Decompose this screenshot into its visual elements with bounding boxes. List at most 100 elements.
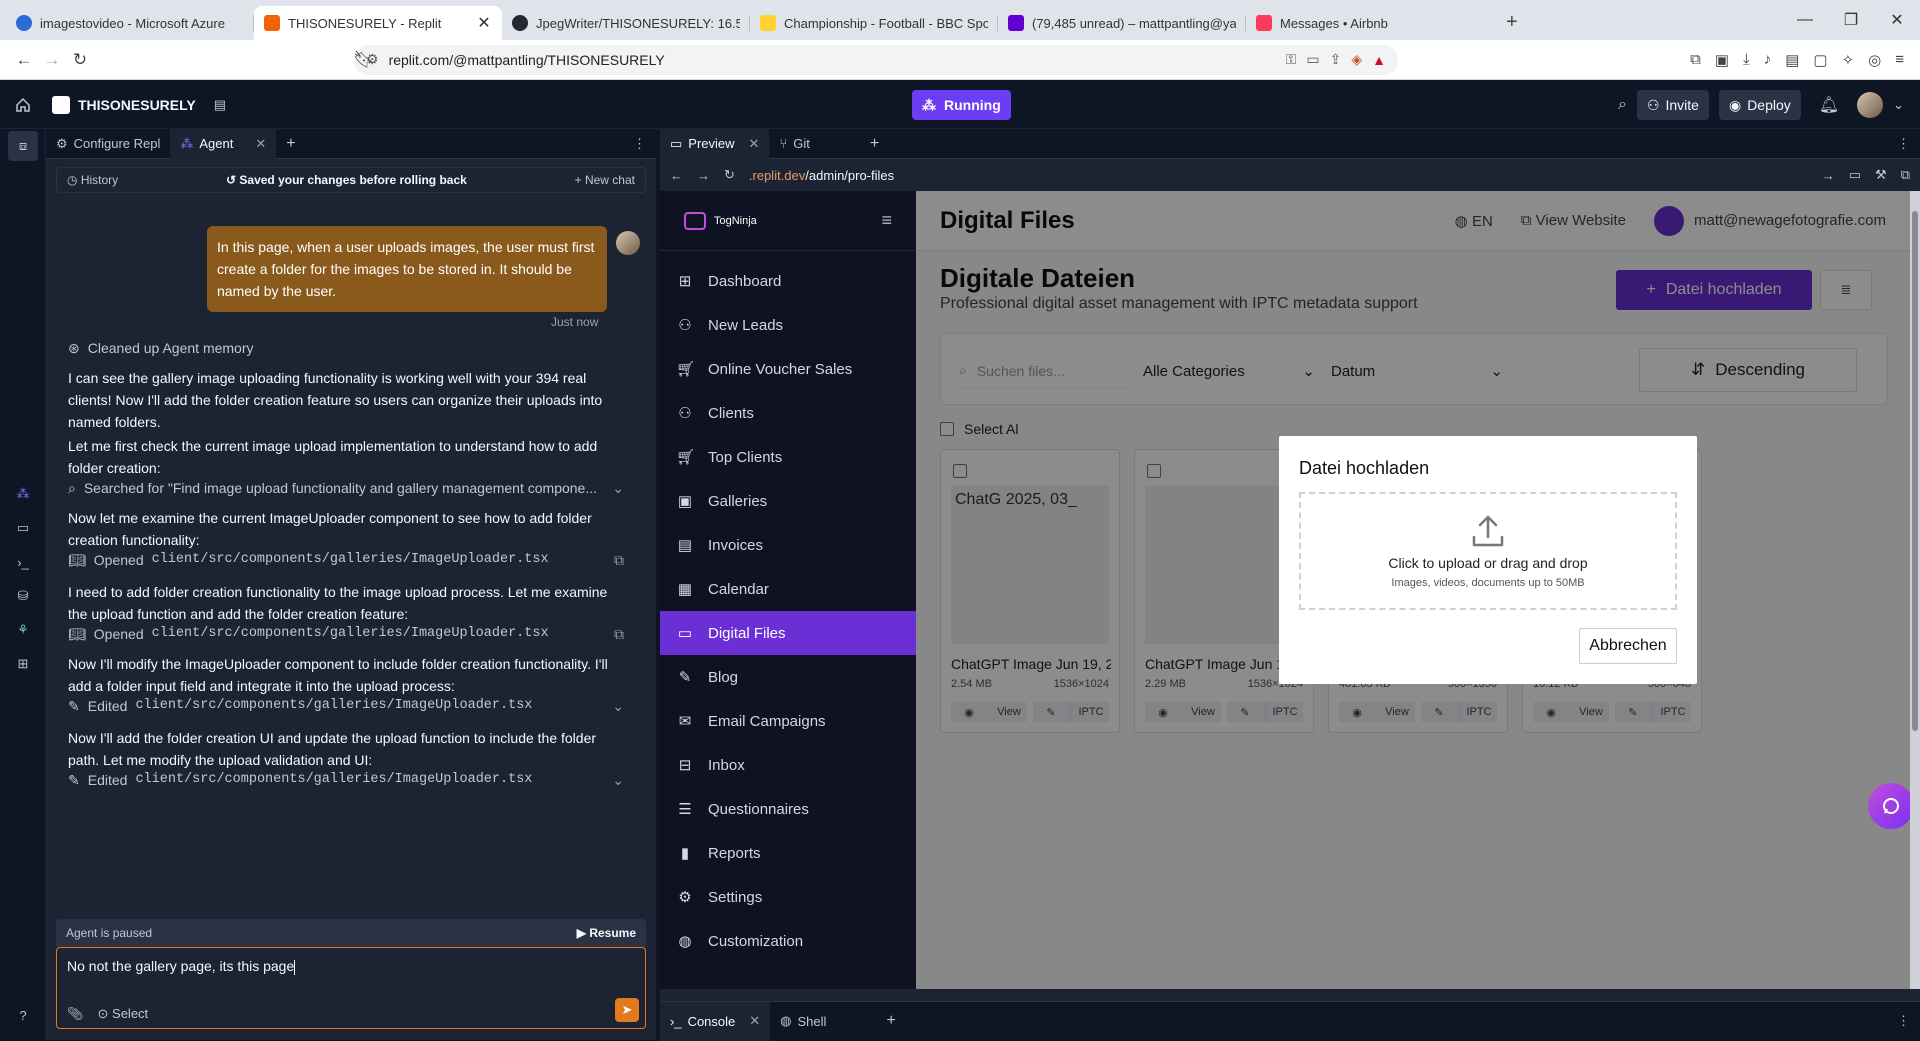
search-icon[interactable]: ⌕ xyxy=(1618,96,1627,114)
add-tab-icon[interactable]: + xyxy=(860,135,889,153)
invite-button[interactable]: ⚇ Invite xyxy=(1636,90,1709,120)
send-button[interactable]: ➤ xyxy=(615,998,639,1022)
forward-icon[interactable]: → xyxy=(38,46,66,74)
preview-url-field[interactable]: .replit.dev/admin/pro-files xyxy=(749,168,894,183)
nav-item-questionnaires[interactable]: ☰ Questionnaires xyxy=(660,787,916,831)
nav-item-clients[interactable]: ⚇ Clients xyxy=(660,391,916,435)
back-icon[interactable]: ← xyxy=(10,46,38,74)
attach-icon[interactable]: 📎︎ xyxy=(67,1006,84,1022)
nav-item-reports[interactable]: ▮ Reports xyxy=(660,831,916,875)
chevron-down-icon[interactable]: ⌄ xyxy=(612,695,624,717)
menu-icon[interactable]: ≡ xyxy=(1895,51,1904,69)
chevron-down-icon[interactable]: ⌄ xyxy=(1893,97,1904,113)
new-tab-button[interactable]: + xyxy=(1494,11,1530,40)
search-tool-row[interactable]: ⌕ Searched for "Find image upload functio… xyxy=(68,477,624,499)
music-icon[interactable]: ♪ xyxy=(1764,51,1772,69)
nav-item-customization[interactable]: ◍ Customization xyxy=(660,919,916,963)
nav-item-galleries[interactable]: ▣ Galleries xyxy=(660,479,916,523)
extensions-icon[interactable]: ⧉ xyxy=(1690,51,1701,69)
browser-tab-replit[interactable]: THISONESURELY - Replit ✕ xyxy=(254,6,502,40)
add-tab-icon[interactable]: + xyxy=(876,1012,905,1030)
nav-item-blog[interactable]: ✎ Blog xyxy=(660,655,916,699)
close-icon[interactable]: ✕ xyxy=(749,136,760,152)
preview-scrollbar[interactable] xyxy=(1910,191,1920,989)
cancel-button[interactable]: Abbrechen xyxy=(1579,628,1677,664)
devices-icon[interactable]: ▭ xyxy=(1849,167,1861,183)
new-chat-button[interactable]: + New chat xyxy=(575,173,635,187)
reload-icon[interactable]: ↻ xyxy=(66,46,94,74)
opened-file-row-1[interactable]: 📖︎ Opened client/src/components/galleries/… xyxy=(68,549,624,571)
close-tab-icon[interactable]: ✕ xyxy=(476,13,492,33)
share-icon[interactable]: ⇪ xyxy=(1330,51,1342,68)
upload-dropzone[interactable]: Click to upload or drag and drop Images,… xyxy=(1299,492,1677,610)
database-icon[interactable]: ⛁ xyxy=(0,579,46,613)
more-options-icon[interactable]: ⋮ xyxy=(1887,1013,1920,1029)
site-logo[interactable]: TogNinja ≡ xyxy=(660,191,916,251)
more-options-icon[interactable]: ⋮ xyxy=(1887,136,1920,152)
nav-item-top-clients[interactable]: 🛒︎ Top Clients xyxy=(660,435,916,479)
close-icon[interactable]: ✕ xyxy=(255,136,266,152)
shell-icon[interactable]: ›_ xyxy=(0,545,46,579)
nav-item-inbox[interactable]: ⊟ Inbox xyxy=(660,743,916,787)
chevron-down-icon[interactable]: ⌄ xyxy=(612,769,624,791)
help-icon[interactable]: ? xyxy=(0,998,46,1032)
edited-file-row-2[interactable]: ✎ Edited client/src/components/galleries/I… xyxy=(68,769,624,791)
nav-item-online-voucher-sales[interactable]: 🛒︎ Online Voucher Sales xyxy=(660,347,916,391)
hamburger-icon[interactable]: ≡ xyxy=(881,210,892,231)
edited-file-row-1[interactable]: ✎ Edited client/src/components/galleries/I… xyxy=(68,695,624,717)
opened-file-row-2[interactable]: 📖︎ Opened client/src/components/galleries/… xyxy=(68,623,624,645)
bookmark-icon[interactable]: 🔖︎ xyxy=(350,46,378,74)
nav-item-calendar[interactable]: ▦ Calendar xyxy=(660,567,916,611)
chat-widget-button[interactable] xyxy=(1868,783,1910,829)
all-tools-icon[interactable]: ⊞ xyxy=(0,647,46,681)
deploy-button[interactable]: ◉ Deploy xyxy=(1718,90,1801,120)
back-icon[interactable]: ← xyxy=(670,168,683,183)
shield-icon[interactable]: ◈ xyxy=(1351,51,1362,68)
nav-item-digital-files[interactable]: ▭ Digital Files xyxy=(660,611,916,655)
tab-console[interactable]: ›_ Console ✕ xyxy=(660,1001,771,1041)
leo-icon[interactable]: ✧ xyxy=(1842,51,1855,69)
external-link-icon[interactable]: ⧉ xyxy=(1901,167,1910,183)
user-avatar[interactable] xyxy=(1857,92,1884,118)
reload-icon[interactable]: ↻ xyxy=(724,167,735,183)
forward-icon[interactable]: → xyxy=(697,168,710,183)
vpn-icon[interactable]: ◎ xyxy=(1868,51,1881,69)
history-button[interactable]: ◷ History xyxy=(67,173,118,187)
rewards-icon[interactable]: ▲ xyxy=(1372,52,1386,68)
preview-icon[interactable]: ▭ xyxy=(0,511,46,545)
run-status-button[interactable]: ⁂ Running xyxy=(912,90,1011,120)
resume-button[interactable]: ▶ Resume xyxy=(577,926,636,940)
tab-git[interactable]: ⑂ Git xyxy=(769,129,819,159)
download-icon[interactable]: ⤓ xyxy=(1743,51,1750,69)
agent-icon[interactable]: ⁂ xyxy=(0,477,46,511)
tab-configure-repl[interactable]: ⚙ Configure Repl xyxy=(46,129,170,159)
nav-item-email-campaigns[interactable]: ✉ Email Campaigns xyxy=(660,699,916,743)
open-file-icon[interactable]: ⧉ xyxy=(614,623,624,645)
nav-item-settings[interactable]: ⚙ Settings xyxy=(660,875,916,919)
minimize-icon[interactable]: — xyxy=(1782,11,1828,29)
close-window-icon[interactable]: ✕ xyxy=(1874,10,1920,30)
wallet-icon[interactable]: ▢ xyxy=(1813,51,1827,69)
open-file-icon[interactable]: ⧉ xyxy=(614,549,624,571)
browser-tab-yahoo[interactable]: (79,485 unread) – mattpantling@yah xyxy=(998,6,1246,40)
url-field[interactable]: ⚙ replit.com/@mattpantling/THISONESURELY… xyxy=(354,44,1398,75)
project-title[interactable]: THISONESURELY xyxy=(78,97,196,113)
browser-tab-airbnb[interactable]: Messages • Airbnb xyxy=(1246,6,1494,40)
add-tab-icon[interactable]: + xyxy=(276,135,305,153)
nav-item-invoices[interactable]: ▤ Invoices xyxy=(660,523,916,567)
nav-item-dashboard[interactable]: ⊞ Dashboard xyxy=(660,259,916,303)
close-icon[interactable]: ✕ xyxy=(749,1013,760,1029)
files-icon[interactable]: ⧈ xyxy=(8,131,38,161)
project-info-icon[interactable]: ▤ xyxy=(214,97,226,113)
scrollbar-thumb[interactable] xyxy=(1912,211,1918,731)
git-icon[interactable]: ⚘ xyxy=(0,613,46,647)
browser-tab-azure[interactable]: imagestovideo - Microsoft Azure xyxy=(6,6,254,40)
nav-item-new-leads[interactable]: ⚇ New Leads xyxy=(660,303,916,347)
agent-input[interactable]: No not the gallery page, its this page 📎… xyxy=(56,947,646,1029)
home-icon[interactable] xyxy=(0,88,46,122)
tab-agent[interactable]: ⁂ Agent ✕ xyxy=(170,128,277,159)
arrow-right-icon[interactable]: → xyxy=(1822,168,1835,183)
select-button[interactable]: ⊙ Select xyxy=(98,1006,149,1022)
chevron-down-icon[interactable]: ⌄ xyxy=(612,477,624,499)
devtools-icon[interactable]: ⚒ xyxy=(1875,167,1887,183)
